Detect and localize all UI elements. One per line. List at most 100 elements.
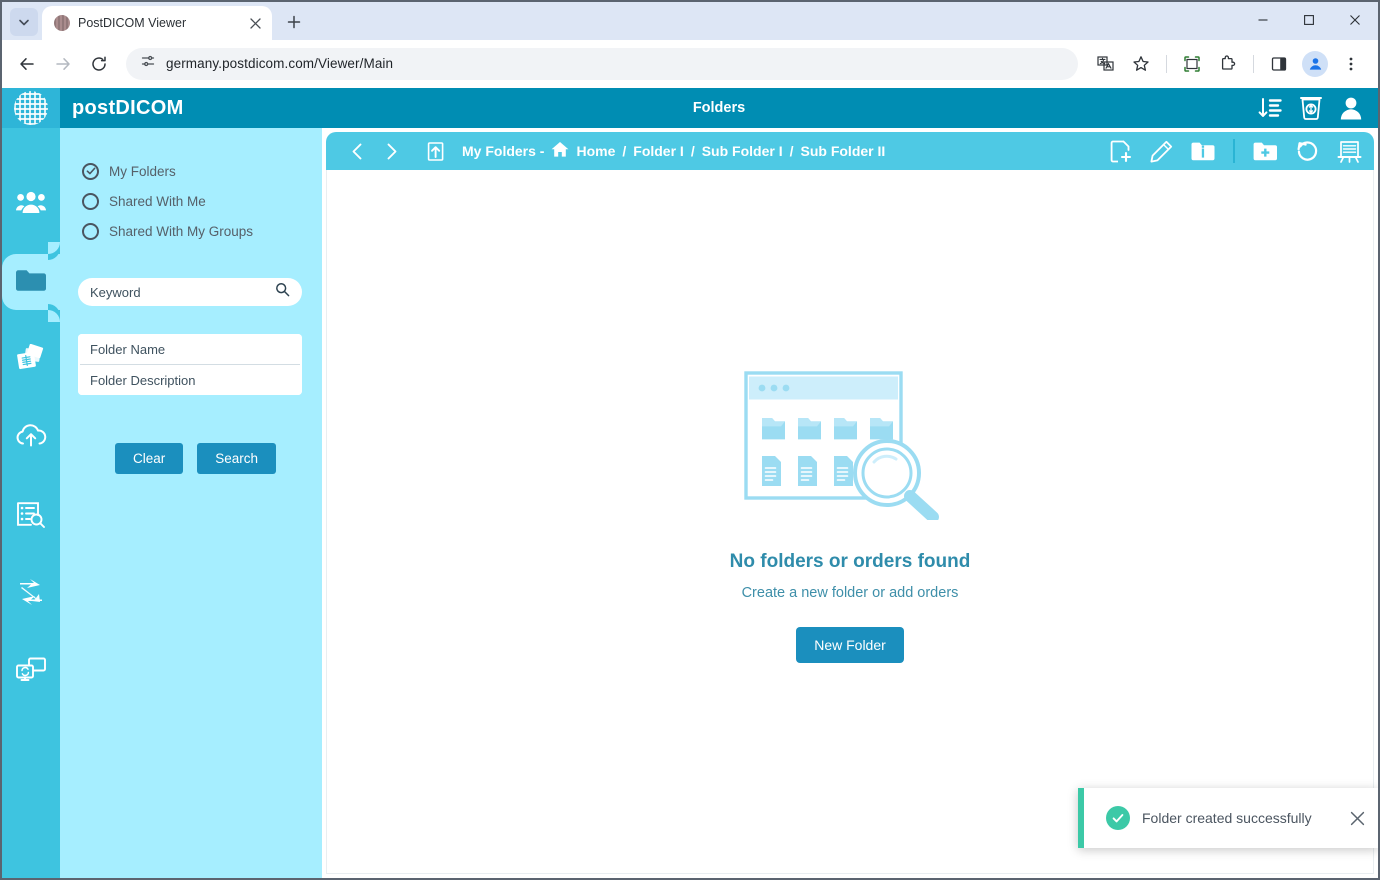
chevron-right-icon[interactable]: [374, 136, 408, 166]
close-icon[interactable]: [1344, 805, 1370, 831]
address-bar[interactable]: germany.postdicom.com/Viewer/Main: [126, 48, 1078, 80]
scope-option-shared-with-my-groups[interactable]: Shared With My Groups: [60, 216, 322, 246]
browser-window: PostDICOM Viewer: [0, 0, 1380, 880]
site-settings-icon[interactable]: [140, 53, 156, 74]
content-area: My Folders Shared With Me Shared With My…: [60, 128, 1378, 878]
breadcrumb: My Folders - Home / Folder I / Sub Folde…: [462, 141, 885, 161]
sidebar-item-search-reports[interactable]: [2, 488, 60, 544]
keyword-search-wrapper: [60, 246, 322, 306]
edit-pencil-icon[interactable]: [1150, 140, 1173, 163]
folder-description-input[interactable]: [78, 365, 302, 395]
folder-info-icon[interactable]: [1191, 140, 1215, 162]
url-text: germany.postdicom.com/Viewer/Main: [166, 56, 393, 71]
sidebar-item-studies[interactable]: [2, 332, 60, 388]
scope-option-label: My Folders: [109, 164, 176, 179]
browser-toolbar: germany.postdicom.com/Viewer/Main: [2, 40, 1378, 88]
new-folder-icon[interactable]: [1253, 140, 1278, 162]
home-icon[interactable]: [551, 141, 569, 161]
folder-canvas: No folders or orders found Create a new …: [326, 170, 1374, 874]
tab-title: PostDICOM Viewer: [78, 16, 238, 30]
forward-arrow-icon[interactable]: [46, 47, 80, 81]
cloud-upload-icon: [14, 423, 48, 454]
empty-state-subtitle: Create a new folder or add orders: [742, 585, 959, 601]
radio-icon: [82, 193, 99, 210]
browser-tab[interactable]: PostDICOM Viewer: [42, 6, 272, 40]
report-print-icon[interactable]: [1337, 140, 1362, 163]
translate-icon[interactable]: [1088, 47, 1122, 81]
sidebar-item-patients[interactable]: [2, 176, 60, 232]
new-folder-button[interactable]: New Folder: [796, 627, 904, 663]
breadcrumb-prefix: My Folders -: [462, 143, 544, 159]
breadcrumb-separator: /: [622, 143, 626, 159]
scope-option-shared-with-me[interactable]: Shared With Me: [60, 186, 322, 216]
search-icon[interactable]: [275, 282, 290, 302]
sidebar-item-folders[interactable]: [2, 254, 60, 310]
sync-arrows-icon: [16, 578, 46, 611]
keyword-search-box[interactable]: [78, 278, 302, 306]
reload-icon[interactable]: [82, 47, 116, 81]
success-check-icon: [1106, 806, 1130, 830]
app-body: postDICOM Folders: [60, 88, 1378, 878]
search-button[interactable]: Search: [197, 443, 276, 474]
filter-panel: My Folders Shared With Me Shared With My…: [60, 128, 322, 878]
sidebar-item-upload[interactable]: [2, 410, 60, 466]
chevron-left-icon[interactable]: [340, 136, 374, 166]
clear-button[interactable]: Clear: [115, 443, 183, 474]
avatar: [1302, 51, 1328, 77]
scope-option-my-folders[interactable]: My Folders: [60, 156, 322, 186]
main-panel: My Folders - Home / Folder I / Sub Folde…: [322, 128, 1378, 878]
postdicom-logo-icon: [2, 88, 60, 128]
screen-share-icon: [15, 656, 47, 689]
refresh-icon[interactable]: [1296, 140, 1319, 163]
brand-title: postDICOM: [72, 97, 184, 120]
empty-state-title: No folders or orders found: [730, 551, 971, 573]
toast-notification: Folder created successfully: [1078, 788, 1378, 848]
recycle-bin-icon[interactable]: [1300, 96, 1322, 120]
radio-selected-icon: [82, 163, 99, 180]
maximize-button[interactable]: [1286, 2, 1332, 38]
user-account-icon[interactable]: [1340, 96, 1362, 120]
toolbar-divider-2: [1253, 55, 1254, 73]
back-arrow-icon[interactable]: [10, 47, 44, 81]
dicom-images-icon: [15, 344, 47, 377]
sidebar-item-share[interactable]: [2, 644, 60, 700]
close-window-button[interactable]: [1332, 2, 1378, 38]
toolbar-right-icons: [1088, 47, 1368, 81]
breadcrumb-separator: /: [691, 143, 695, 159]
breadcrumb-item-sub-folder-i[interactable]: Sub Folder I: [702, 143, 783, 159]
scope-option-label: Shared With Me: [109, 194, 206, 209]
tab-search-button[interactable]: [10, 8, 38, 36]
browser-menu-icon[interactable]: [1334, 47, 1368, 81]
globe-icon: [54, 15, 70, 31]
extensions-icon[interactable]: [1211, 47, 1245, 81]
breadcrumb-item-sub-folder-ii[interactable]: Sub Folder II: [801, 143, 886, 159]
profile-button[interactable]: [1298, 47, 1332, 81]
folder-name-input[interactable]: [78, 334, 302, 364]
sidebar-item-sync[interactable]: [2, 566, 60, 622]
search-input[interactable]: [90, 285, 275, 300]
breadcrumb-separator: /: [790, 143, 794, 159]
move-up-icon[interactable]: [418, 136, 452, 166]
add-file-icon[interactable]: [1110, 140, 1132, 163]
side-panel-icon[interactable]: [1262, 47, 1296, 81]
header-actions: [1258, 96, 1362, 120]
minimize-button[interactable]: [1240, 2, 1286, 38]
screen-capture-icon[interactable]: [1175, 47, 1209, 81]
folder-icon: [15, 267, 47, 298]
breadcrumb-tools: [1110, 139, 1362, 163]
sort-descending-icon[interactable]: [1258, 97, 1282, 119]
close-icon[interactable]: [246, 14, 264, 32]
window-controls: [1240, 2, 1378, 40]
breadcrumb-item-home[interactable]: Home: [576, 143, 615, 159]
toolbar-divider: [1233, 139, 1235, 163]
radio-icon: [82, 223, 99, 240]
bookmark-star-icon[interactable]: [1124, 47, 1158, 81]
new-tab-button[interactable]: [280, 8, 308, 36]
people-icon: [16, 189, 46, 220]
toast-message: Folder created successfully: [1142, 810, 1332, 826]
toolbar-divider: [1166, 55, 1167, 73]
breadcrumb-bar: My Folders - Home / Folder I / Sub Folde…: [326, 132, 1374, 170]
icon-rail: [2, 88, 60, 878]
breadcrumb-item-folder-i[interactable]: Folder I: [633, 143, 684, 159]
app-header: postDICOM Folders: [60, 88, 1378, 128]
